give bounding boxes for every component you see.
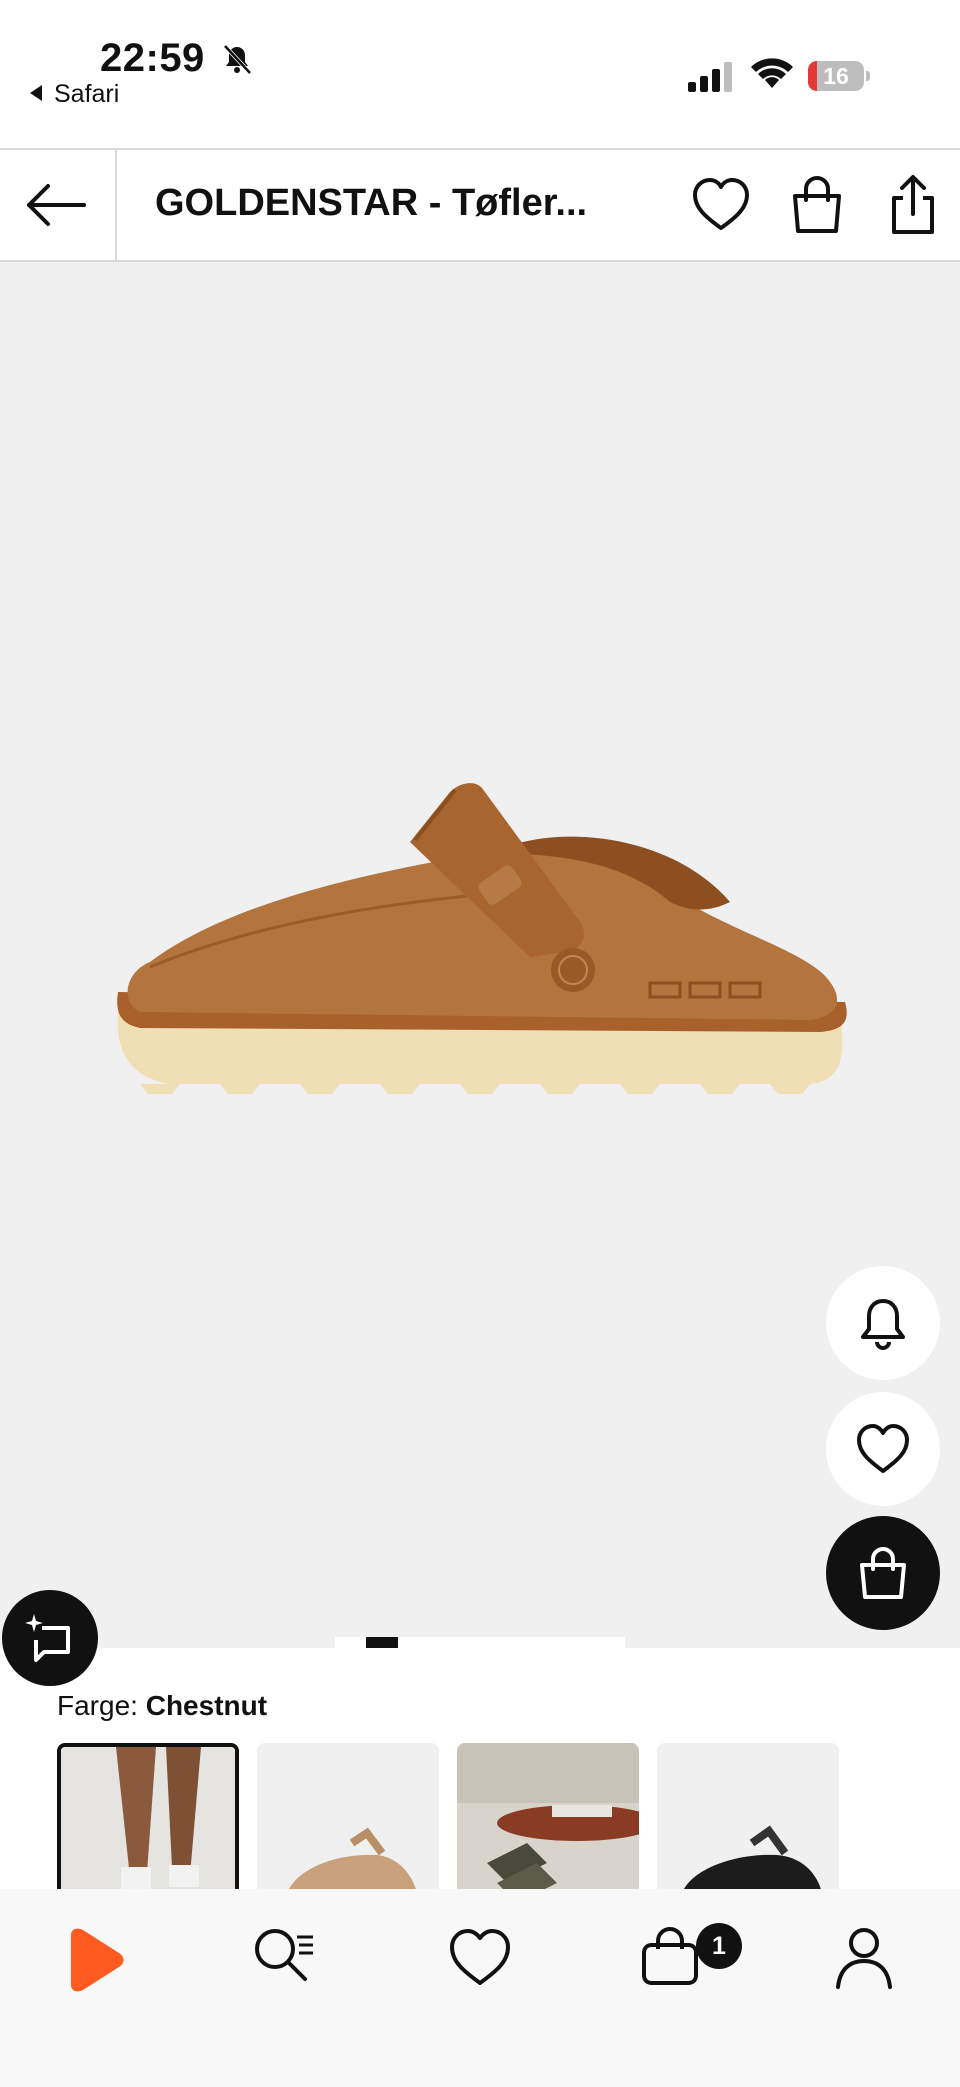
back-app-label: Safari xyxy=(54,80,120,108)
nav-profile[interactable] xyxy=(824,1919,904,1999)
swatch-chestnut[interactable] xyxy=(57,1743,239,1889)
clock: 22:59 xyxy=(100,36,205,80)
bell-icon xyxy=(861,1299,905,1350)
notify-bell-button[interactable] xyxy=(826,1266,940,1380)
model-legs-photo xyxy=(61,1747,235,1889)
status-bar: 22:59 Safari 16 xyxy=(0,0,960,150)
wishlist-fab-button[interactable] xyxy=(826,1392,940,1506)
heart-icon[interactable] xyxy=(690,174,752,236)
heart-icon xyxy=(857,1424,909,1473)
battery-cap xyxy=(866,71,870,81)
cellular-signal-icon xyxy=(688,62,732,92)
back-to-safari[interactable]: Safari xyxy=(30,80,119,109)
product-header: GOLDENSTAR - Tøfler... xyxy=(0,150,960,262)
nav-wishlist[interactable] xyxy=(440,1919,520,1999)
pager-active-indicator xyxy=(366,1637,398,1648)
battery-indicator: 16 xyxy=(808,61,870,91)
color-label-prefix: Farge: xyxy=(57,1690,138,1721)
bell-muted-icon xyxy=(223,44,252,75)
home-logo-icon xyxy=(71,1928,124,1992)
share-icon[interactable] xyxy=(882,174,944,236)
bottom-navigation: 1 xyxy=(0,1889,960,2087)
black-clog xyxy=(657,1743,839,1889)
color-label: Farge: Chestnut xyxy=(57,1690,267,1722)
battery-shell: 16 xyxy=(808,61,864,91)
search-icon xyxy=(255,1929,313,1981)
sand-clog xyxy=(257,1743,439,1889)
sparkle-chat-icon xyxy=(25,1614,70,1662)
product-image-gallery[interactable] xyxy=(0,262,960,1686)
back-button[interactable] xyxy=(0,150,117,260)
nav-search[interactable] xyxy=(245,1919,325,1999)
swatch-lifestyle[interactable] xyxy=(457,1743,639,1889)
nav-home[interactable] xyxy=(55,1919,135,1999)
battery-level: 16 xyxy=(823,63,849,89)
profile-icon xyxy=(836,1928,892,1989)
add-to-bag-fab-button[interactable] xyxy=(826,1516,940,1630)
selected-color-name: Chestnut xyxy=(145,1690,268,1721)
page-title: GOLDENSTAR - Tøfler... xyxy=(155,182,588,224)
color-swatches xyxy=(57,1743,960,1889)
image-pager xyxy=(335,1637,625,1648)
shopping-bag-icon[interactable] xyxy=(786,174,848,236)
wifi-icon xyxy=(751,58,793,88)
swatch-black[interactable] xyxy=(657,1743,839,1889)
lifestyle-table xyxy=(457,1743,639,1889)
ai-assistant-button[interactable] xyxy=(2,1590,98,1686)
back-triangle-icon xyxy=(30,85,42,101)
product-image[interactable] xyxy=(110,762,850,1142)
wishlist-icon xyxy=(450,1929,510,1985)
back-arrow-icon xyxy=(27,184,86,226)
shopping-bag-icon xyxy=(860,1547,906,1599)
swatch-sand[interactable] xyxy=(257,1743,439,1889)
cart-count-badge: 1 xyxy=(696,1923,742,1969)
